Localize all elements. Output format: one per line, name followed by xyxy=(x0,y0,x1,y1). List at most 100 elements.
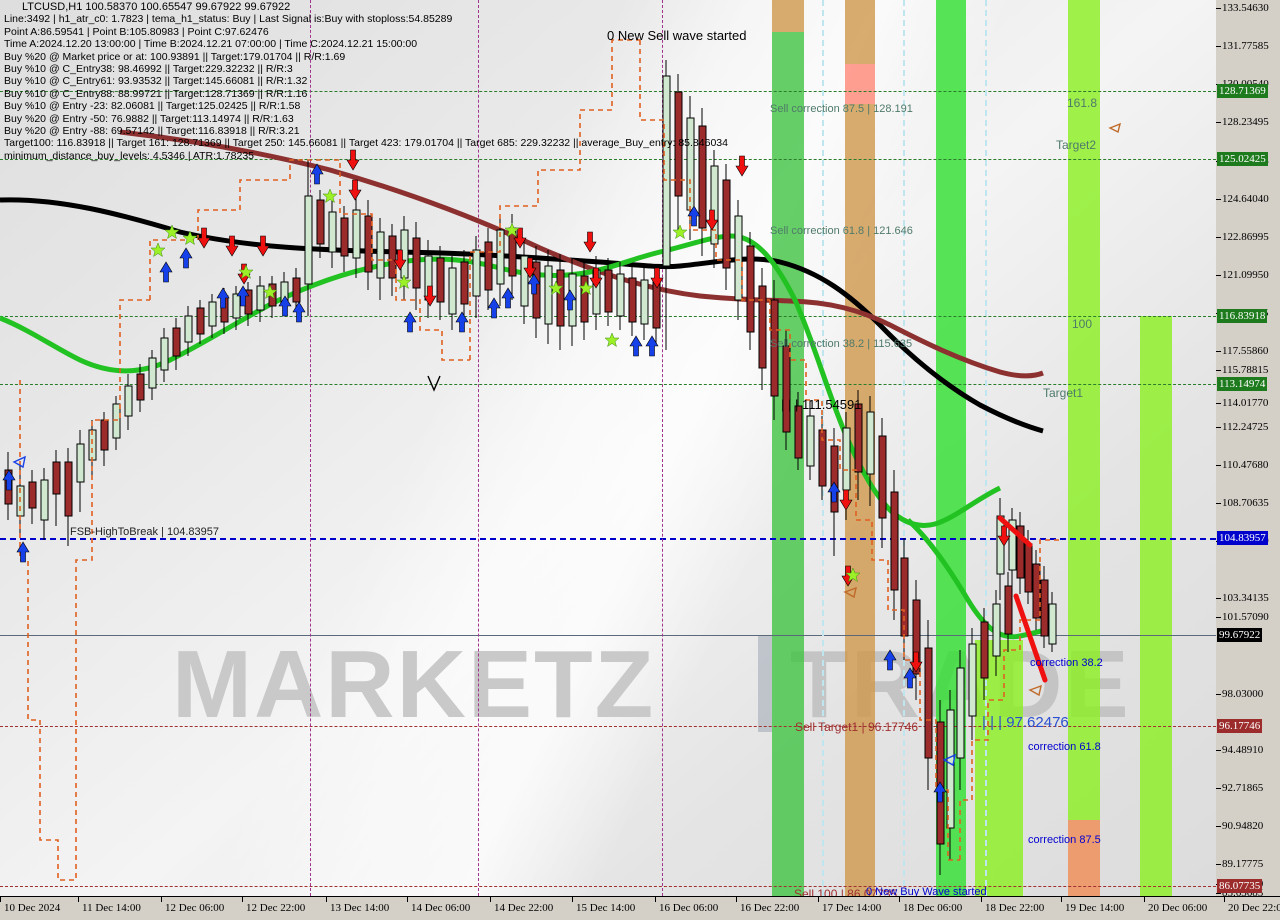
price-level-label[interactable]: 86.07735 xyxy=(1217,879,1263,893)
price-tick-mark xyxy=(1216,122,1221,123)
info-line: Time A:2024.12.20 13:00:00 | Time B:2024… xyxy=(4,38,418,51)
vertical-band xyxy=(975,640,1023,896)
time-tick-label: 17 Dec 14:00 xyxy=(822,902,882,914)
price-tick-mark xyxy=(1216,617,1221,618)
price-tick-label: 94.48910 xyxy=(1222,744,1264,756)
chart-label: Sell correction 61.8 | 121.646 xyxy=(770,225,913,237)
vertical-band xyxy=(845,104,875,896)
price-tick-mark xyxy=(1216,8,1221,9)
session-line xyxy=(985,0,987,896)
price-tick-label: 128.23495 xyxy=(1222,116,1269,128)
price-tick-label: 110.47680 xyxy=(1222,459,1269,471)
vertical-band xyxy=(1068,0,1100,896)
price-level-label[interactable]: 125.02425 xyxy=(1217,152,1268,166)
time-tick-label: 20 Dec 22:00 xyxy=(1228,902,1280,914)
price-tick-mark xyxy=(1216,370,1221,371)
chart-plot-area[interactable]: MARKETZ TRADE xyxy=(0,0,1217,897)
price-tick-mark xyxy=(1216,46,1221,47)
chart-label: 0 New Buy Wave started xyxy=(866,886,987,897)
price-tick-label: 122.86995 xyxy=(1222,231,1269,243)
price-level-label[interactable]: 99.67922 xyxy=(1217,628,1263,642)
price-level-label[interactable]: 128.71369 xyxy=(1217,84,1268,98)
time-tick-mark xyxy=(0,897,1,902)
chart-info-header: LTCUSD,H1 100.58370 100.65547 99.67922 9… xyxy=(4,1,728,162)
info-line: Buy %20 @ Entry -88: 69.57142 || Target:… xyxy=(4,125,300,138)
time-tick-label: 10 Dec 2024 xyxy=(4,902,61,914)
price-tick-mark xyxy=(1216,788,1221,789)
price-tick-label: 98.03000 xyxy=(1222,688,1264,700)
chart-label: Sell correction 38.2 | 115.635 xyxy=(770,338,913,350)
vertical-band xyxy=(845,0,875,64)
info-line: Buy %20 @ Market price or at: 100.93891 … xyxy=(4,50,346,63)
price-tick-label: 115.78815 xyxy=(1222,364,1269,376)
time-tick-label: 14 Dec 22:00 xyxy=(494,902,554,914)
price-tick-label: 131.77585 xyxy=(1222,40,1269,52)
time-tick-mark xyxy=(1144,897,1145,902)
time-tick-label: 15 Dec 14:00 xyxy=(576,902,636,914)
vertical-band xyxy=(772,32,804,896)
price-tick-mark xyxy=(1216,351,1221,352)
info-line: minimum_distance_buy_levels: 4.5346 | AT… xyxy=(4,149,255,162)
price-level-label[interactable]: 113.14974 xyxy=(1217,377,1268,391)
time-tick-label: 14 Dec 06:00 xyxy=(411,902,471,914)
info-line: Buy %10 @ Entry -23: 82.06081 || Target:… xyxy=(4,100,301,113)
price-line xyxy=(0,886,1216,887)
price-tick-label: 108.70635 xyxy=(1222,497,1269,509)
time-tick-mark xyxy=(572,897,573,902)
session-line xyxy=(822,0,824,896)
price-tick-mark xyxy=(1216,403,1221,404)
price-level-label[interactable]: 104.83957 xyxy=(1217,531,1268,545)
time-tick-mark xyxy=(407,897,408,902)
price-axis[interactable]: 133.54630131.77585130.00540128.23495126.… xyxy=(1216,0,1280,899)
chart-label: Target2 xyxy=(1056,138,1097,152)
time-tick-label: 20 Dec 06:00 xyxy=(1148,902,1208,914)
info-line: Buy %10 @ C_Entry38: 98.46992 || Target:… xyxy=(4,63,293,76)
chart-label: 100 xyxy=(1072,317,1093,331)
price-tick-label: 117.55860 xyxy=(1222,345,1269,357)
price-tick-mark xyxy=(1216,237,1221,238)
price-tick-label: 89.17775 xyxy=(1222,858,1264,870)
price-tick-mark xyxy=(1216,893,1221,894)
price-tick-mark xyxy=(1216,826,1221,827)
info-line: Buy %20 @ Entry -50: 76.9882 || Target:1… xyxy=(4,112,294,125)
time-tick-mark xyxy=(818,897,819,902)
strategy-info-lines: Line:3492 | h1_atr_c0: 1.7823 | tema_h1_… xyxy=(4,13,728,162)
time-tick-label: 18 Dec 06:00 xyxy=(903,902,963,914)
time-tick-label: 12 Dec 06:00 xyxy=(165,902,225,914)
vertical-band xyxy=(772,0,804,32)
price-line xyxy=(0,316,1216,317)
price-tick-label: 90.94820 xyxy=(1222,820,1264,832)
chart-label: 161.8 xyxy=(1067,96,1098,110)
time-tick-label: 16 Dec 22:00 xyxy=(740,902,800,914)
price-tick-mark xyxy=(1216,275,1221,276)
price-tick-label: 133.54630 xyxy=(1222,2,1269,14)
session-line xyxy=(903,0,905,896)
time-axis[interactable]: 10 Dec 2024 11 Dec 14:00 12 Dec 06:00 12 De… xyxy=(0,896,1280,920)
time-tick-mark xyxy=(655,897,656,902)
price-tick-label: 124.64040 xyxy=(1222,193,1269,205)
price-line xyxy=(0,384,1216,385)
symbol-title: LTCUSD,H1 100.58370 100.65547 99.67922 9… xyxy=(22,1,291,13)
price-tick-label: 112.24725 xyxy=(1222,421,1269,433)
time-tick-label: 13 Dec 14:00 xyxy=(330,902,390,914)
price-level-label[interactable]: 96.17746 xyxy=(1217,719,1263,733)
price-level-label[interactable]: 116.83918 xyxy=(1217,309,1268,323)
time-tick-label: 11 Dec 14:00 xyxy=(82,902,141,914)
watermark-bar xyxy=(758,636,772,732)
vertical-band xyxy=(1068,820,1100,896)
time-tick-mark xyxy=(981,897,982,902)
chart-label: | | | 97.62476 xyxy=(982,714,1069,731)
chart-label: Sell Target1 | 96.17746 xyxy=(795,720,918,734)
price-tick-mark xyxy=(1216,199,1221,200)
time-tick-mark xyxy=(736,897,737,902)
price-line xyxy=(0,635,1216,636)
watermark-left: MARKETZ xyxy=(172,631,656,738)
time-tick-mark xyxy=(161,897,162,902)
time-tick-mark xyxy=(490,897,491,902)
price-tick-label: 114.01770 xyxy=(1222,397,1269,409)
time-tick-mark xyxy=(1224,897,1225,902)
time-tick-label: 16 Dec 06:00 xyxy=(659,902,719,914)
time-tick-label: 19 Dec 14:00 xyxy=(1065,902,1125,914)
price-tick-mark xyxy=(1216,750,1221,751)
time-tick-label: 18 Dec 22:00 xyxy=(985,902,1045,914)
